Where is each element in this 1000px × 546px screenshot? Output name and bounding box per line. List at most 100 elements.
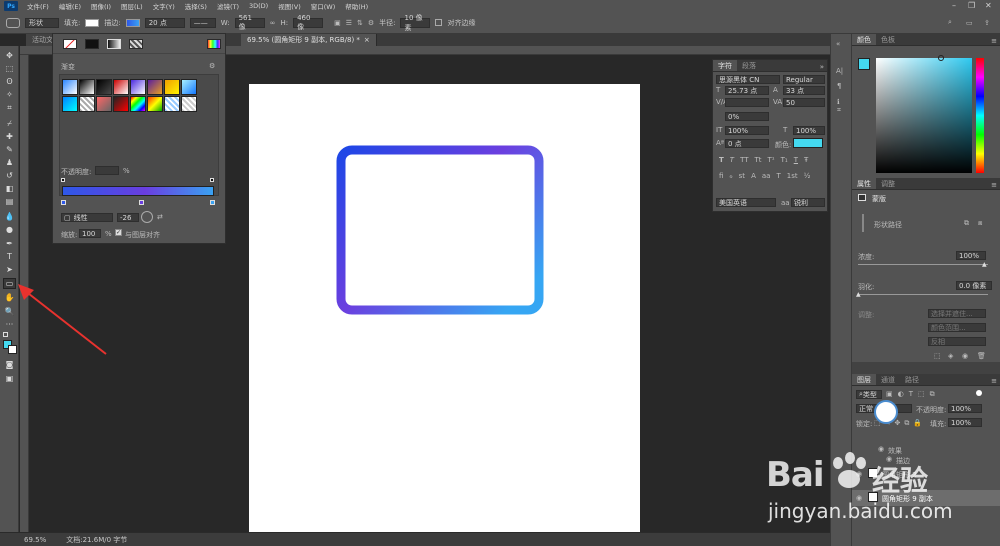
text-color-swatch[interactable]	[793, 138, 823, 148]
font-size-field[interactable]: 25.73 点	[725, 86, 769, 95]
stylistic-alternates-icon[interactable]: aa	[762, 172, 771, 180]
color-picker-button[interactable]	[207, 39, 221, 49]
invert-button[interactable]: 反相	[928, 337, 986, 346]
character-panel-icon[interactable]: A|	[836, 67, 843, 75]
layer-fill-field[interactable]: 100%	[948, 418, 982, 427]
stroke-type-select[interactable]: ——	[189, 17, 216, 28]
tab-swatches[interactable]: 色板	[876, 34, 900, 45]
marquee-tool-icon[interactable]: ⬚	[3, 63, 16, 74]
filter-toggle-icon[interactable]	[976, 390, 982, 396]
density-slider[interactable]	[858, 264, 988, 265]
kerning-field[interactable]	[725, 98, 769, 107]
load-selection-icon[interactable]: ⬚	[934, 352, 941, 360]
gradient-swatch[interactable]	[130, 79, 146, 95]
lock-all-icon[interactable]: 🔒	[913, 419, 922, 428]
foreground-color-swatch[interactable]	[858, 58, 870, 70]
visibility-eye-icon[interactable]: ◉	[962, 352, 968, 360]
paragraph-panel-icon[interactable]: ¶	[837, 82, 841, 90]
select-and-mask-button[interactable]: 选择并遮住...	[928, 309, 986, 318]
default-colors-icon[interactable]	[3, 332, 8, 337]
anti-alias-select[interactable]: 锐利	[791, 198, 825, 207]
collapse-icon[interactable]: «	[836, 40, 840, 48]
pen-tool-icon[interactable]: ✒	[3, 238, 16, 249]
tab-paths[interactable]: 路径	[900, 374, 924, 385]
solid-color-button[interactable]	[85, 38, 99, 49]
fill-swatch[interactable]	[85, 18, 100, 27]
gradient-swatch[interactable]	[130, 96, 146, 112]
gradient-button[interactable]	[107, 38, 121, 49]
tab-channels[interactable]: 通道	[876, 374, 900, 385]
color-stop-right[interactable]	[210, 200, 215, 205]
type-tool-icon[interactable]: T	[3, 251, 16, 262]
fractions-icon[interactable]: ½	[804, 172, 811, 180]
angle-dial-icon[interactable]	[141, 211, 153, 223]
menu-view[interactable]: 视图(V)	[273, 1, 306, 11]
opacity-stop-left[interactable]	[61, 178, 65, 182]
trash-icon[interactable]: 🗑	[977, 352, 986, 360]
quick-mask-icon[interactable]: ◙	[3, 359, 16, 370]
feather-slider-thumb[interactable]: ▲	[856, 291, 861, 298]
gear-icon[interactable]: ⚙	[368, 19, 374, 27]
gradient-swatch[interactable]	[147, 96, 163, 112]
align-edges-checkbox[interactable]	[435, 19, 443, 26]
panel-menu-icon[interactable]: ≡	[991, 377, 1000, 385]
apply-icon[interactable]: ◈	[948, 352, 953, 360]
lock-artboard-icon[interactable]: ⧉	[904, 419, 909, 428]
baseline-shift-field[interactable]: 0 点	[725, 139, 769, 148]
eraser-icon[interactable]: ◧	[3, 183, 16, 194]
minimize-icon[interactable]: –	[952, 1, 956, 10]
faux-italic-icon[interactable]: T	[730, 156, 734, 164]
density-field[interactable]: 100%	[956, 251, 986, 260]
menu-help[interactable]: 帮助(H)	[340, 1, 373, 11]
scale-field[interactable]: 100	[79, 229, 101, 238]
panel-menu-icon[interactable]: ≡	[991, 181, 1000, 189]
search-icon[interactable]: ⌕	[948, 18, 952, 27]
tsume-field[interactable]: 0%	[725, 112, 769, 121]
height-field[interactable]: 460 像	[293, 14, 324, 31]
vertical-scale-field[interactable]: 100%	[725, 126, 769, 135]
brush-tool-icon[interactable]: ✎	[3, 144, 16, 155]
layer-filter-select[interactable]: ⌕ 类型	[856, 390, 882, 399]
rounded-rectangle-shape[interactable]	[336, 145, 544, 315]
gradient-swatch[interactable]	[164, 96, 180, 112]
pixel-filter-icon[interactable]: ▣	[886, 390, 893, 399]
close-icon[interactable]: ✕	[985, 1, 992, 10]
small-caps-icon[interactable]: Tt	[755, 156, 762, 164]
shape-tool-preset-icon[interactable]	[6, 17, 20, 28]
align-layer-checkbox[interactable]: ✓	[115, 229, 122, 236]
font-family-select[interactable]: 思源黑体 CN	[716, 75, 780, 84]
gradient-swatch[interactable]	[181, 96, 197, 112]
stroke-swatch[interactable]	[125, 18, 140, 27]
color-range-button[interactable]: 颜色范围...	[928, 323, 986, 332]
gradient-bar[interactable]	[62, 186, 214, 196]
gradient-swatch[interactable]	[62, 79, 78, 95]
superscript-icon[interactable]: T¹	[768, 156, 775, 164]
close-tab-icon[interactable]: ×	[364, 36, 370, 44]
menu-edit[interactable]: 编辑(E)	[54, 1, 86, 11]
ordinals-icon[interactable]: 1st	[787, 172, 798, 180]
gradient-swatch[interactable]	[96, 96, 112, 112]
share-icon[interactable]: ⇪	[984, 19, 990, 27]
gradient-swatch[interactable]	[62, 96, 78, 112]
shape-filter-icon[interactable]: ⬚	[918, 390, 925, 399]
color-field[interactable]	[876, 58, 972, 173]
menu-3d[interactable]: 3D(D)	[244, 2, 273, 10]
color-stop-left[interactable]	[61, 200, 66, 205]
feather-field[interactable]: 0.0 像素	[956, 281, 992, 290]
menu-filter[interactable]: 滤镜(T)	[212, 1, 244, 11]
tab-layers[interactable]: 图层	[852, 374, 876, 385]
language-select[interactable]: 美国英语	[716, 198, 776, 207]
adjustment-filter-icon[interactable]: ◐	[898, 390, 904, 399]
gradient-style-select[interactable]: ▢ 线性	[61, 213, 113, 222]
gradient-swatch[interactable]	[79, 79, 95, 95]
all-caps-icon[interactable]: TT	[740, 156, 748, 164]
apply-mask-icon[interactable]: ⧈	[978, 219, 982, 228]
gradient-swatch[interactable]	[113, 79, 129, 95]
subscript-icon[interactable]: T₁	[781, 156, 788, 164]
path-arrangement-icon[interactable]: ⇅	[357, 19, 363, 27]
lasso-tool-icon[interactable]: ʘ	[3, 76, 16, 87]
hue-slider[interactable]	[976, 58, 984, 173]
blur-tool-icon[interactable]: 💧	[3, 211, 16, 222]
tab-properties[interactable]: 属性	[852, 178, 876, 189]
crop-panel-icon[interactable]: ⌗	[837, 106, 841, 115]
